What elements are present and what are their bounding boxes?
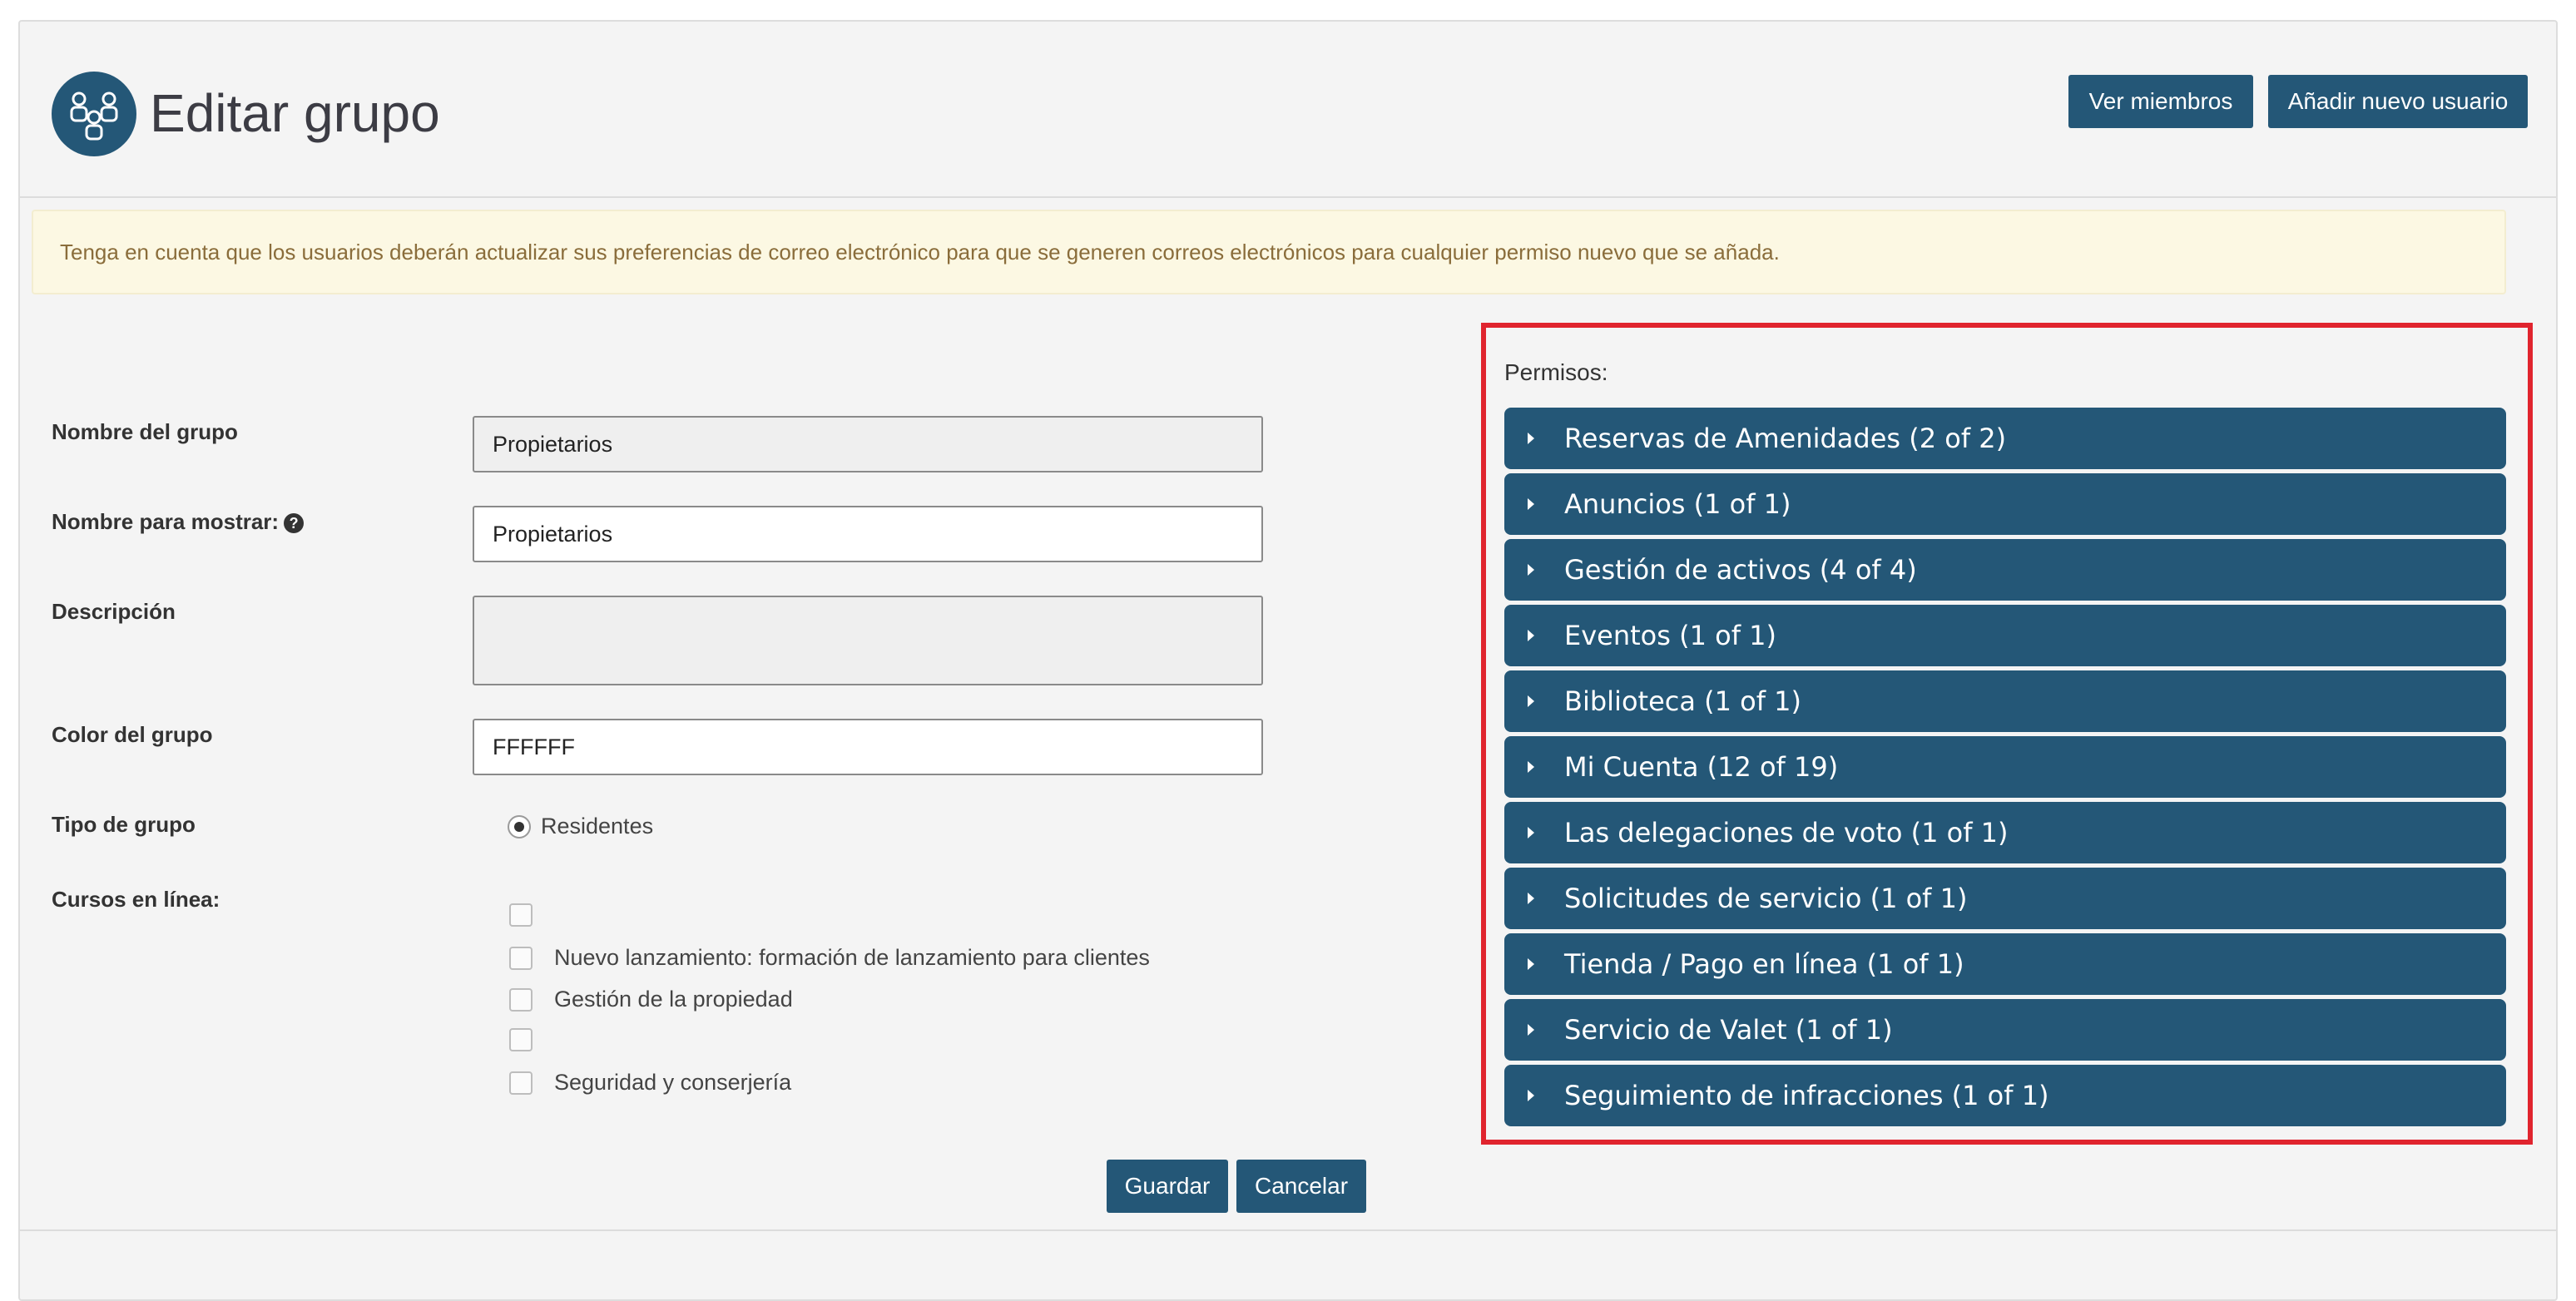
permissions-title: Permisos: <box>1504 359 1608 385</box>
course-item[interactable] <box>509 1028 554 1051</box>
caret-right-icon <box>1528 827 1534 838</box>
group-color-value: FFFFFF <box>493 734 575 759</box>
permission-label: Anuncios (1 of 1) <box>1564 488 1791 520</box>
caret-right-icon <box>1528 564 1534 576</box>
course-item[interactable]: Seguridad y conserjería <box>509 1070 791 1096</box>
permission-accordion-item[interactable]: Mi Cuenta (12 of 19) <box>1504 736 2506 798</box>
permission-label: Tienda / Pago en línea (1 of 1) <box>1564 948 1964 980</box>
permission-accordion-item[interactable]: Gestión de activos (4 of 4) <box>1504 539 2506 601</box>
permission-label: Seguimiento de infracciones (1 of 1) <box>1564 1080 2049 1111</box>
permission-accordion-item[interactable]: Servicio de Valet (1 of 1) <box>1504 999 2506 1061</box>
description-label: Descripción <box>52 599 176 624</box>
group-name-label: Nombre del grupo <box>52 419 238 444</box>
group-name-value: Propietarios <box>493 431 613 457</box>
cancel-button[interactable]: Cancelar <box>1236 1160 1366 1213</box>
permission-label: Solicitudes de servicio (1 of 1) <box>1564 883 1968 914</box>
group-color-input[interactable]: FFFFFF <box>473 719 1263 775</box>
caret-right-icon <box>1528 433 1534 444</box>
group-name-field: Propietarios <box>473 416 1263 472</box>
course-label: Seguridad y conserjería <box>554 1070 792 1095</box>
footer-divider <box>18 1229 2558 1231</box>
caret-right-icon <box>1528 498 1534 510</box>
caret-right-icon <box>1528 893 1534 904</box>
group-color-label: Color del grupo <box>52 722 213 747</box>
permission-accordion-item[interactable]: Seguimiento de infracciones (1 of 1) <box>1504 1065 2506 1126</box>
page-title: Editar grupo <box>150 83 440 143</box>
display-name-input[interactable]: Propietarios <box>473 506 1263 562</box>
course-checkbox[interactable] <box>509 903 533 927</box>
permission-label: Biblioteca (1 of 1) <box>1564 685 1801 717</box>
caret-right-icon <box>1528 1024 1534 1036</box>
permission-accordion-item[interactable]: Las delegaciones de voto (1 of 1) <box>1504 802 2506 863</box>
permission-accordion-item[interactable]: Reservas de Amenidades (2 of 2) <box>1504 408 2506 469</box>
online-courses-label: Cursos en línea: <box>52 887 220 912</box>
group-users-icon <box>52 72 136 156</box>
residents-radio-label: Residentes <box>541 814 654 838</box>
question-circle-icon[interactable]: ? <box>284 513 305 534</box>
caret-right-icon <box>1528 761 1534 773</box>
permission-label: Mi Cuenta (12 of 19) <box>1564 751 1839 783</box>
description-textarea <box>473 596 1263 685</box>
permission-accordion-item[interactable]: Tienda / Pago en línea (1 of 1) <box>1504 933 2506 995</box>
caret-right-icon <box>1528 630 1534 641</box>
course-checkbox[interactable] <box>509 1028 533 1051</box>
display-name-label-wrap: Nombre para mostrar:? <box>52 509 305 535</box>
course-label: Nuevo lanzamiento: formación de lanzamie… <box>554 945 1150 970</box>
display-name-value: Propietarios <box>493 521 613 547</box>
course-checkbox[interactable] <box>509 946 533 970</box>
course-label: Gestión de la propiedad <box>554 987 793 1012</box>
residents-radio[interactable] <box>508 814 531 838</box>
group-type-residents-option[interactable]: Residentes <box>508 814 653 839</box>
view-members-button[interactable]: Ver miembros <box>2068 75 2253 128</box>
course-item[interactable] <box>509 903 554 927</box>
email-preferences-alert: Tenga en cuenta que los usuarios deberán… <box>32 210 2506 294</box>
radio-selected-dot <box>514 821 524 832</box>
page-header: Editar grupo Ver miembros Añadir nuevo u… <box>20 22 2556 198</box>
caret-right-icon <box>1528 695 1534 707</box>
course-checkbox[interactable] <box>509 987 533 1012</box>
caret-right-icon <box>1528 1090 1534 1101</box>
caret-right-icon <box>1528 958 1534 970</box>
permission-label: Reservas de Amenidades (2 of 2) <box>1564 423 2007 454</box>
permission-label: Eventos (1 of 1) <box>1564 620 1776 651</box>
permission-label: Servicio de Valet (1 of 1) <box>1564 1014 1893 1046</box>
course-item[interactable]: Gestión de la propiedad <box>509 987 793 1012</box>
permission-accordion-item[interactable]: Biblioteca (1 of 1) <box>1504 670 2506 732</box>
course-checkbox[interactable] <box>509 1071 533 1095</box>
permission-accordion-item[interactable]: Eventos (1 of 1) <box>1504 605 2506 666</box>
permission-label: Las delegaciones de voto (1 of 1) <box>1564 817 2009 848</box>
display-name-label: Nombre para mostrar: <box>52 509 280 534</box>
group-type-label: Tipo de grupo <box>52 812 196 837</box>
save-button[interactable]: Guardar <box>1107 1160 1228 1213</box>
course-item[interactable]: Nuevo lanzamiento: formación de lanzamie… <box>509 945 1150 971</box>
permission-label: Gestión de activos (4 of 4) <box>1564 554 1917 586</box>
add-new-user-button[interactable]: Añadir nuevo usuario <box>2268 75 2528 128</box>
permission-accordion-item[interactable]: Anuncios (1 of 1) <box>1504 473 2506 535</box>
permission-accordion-item[interactable]: Solicitudes de servicio (1 of 1) <box>1504 868 2506 929</box>
